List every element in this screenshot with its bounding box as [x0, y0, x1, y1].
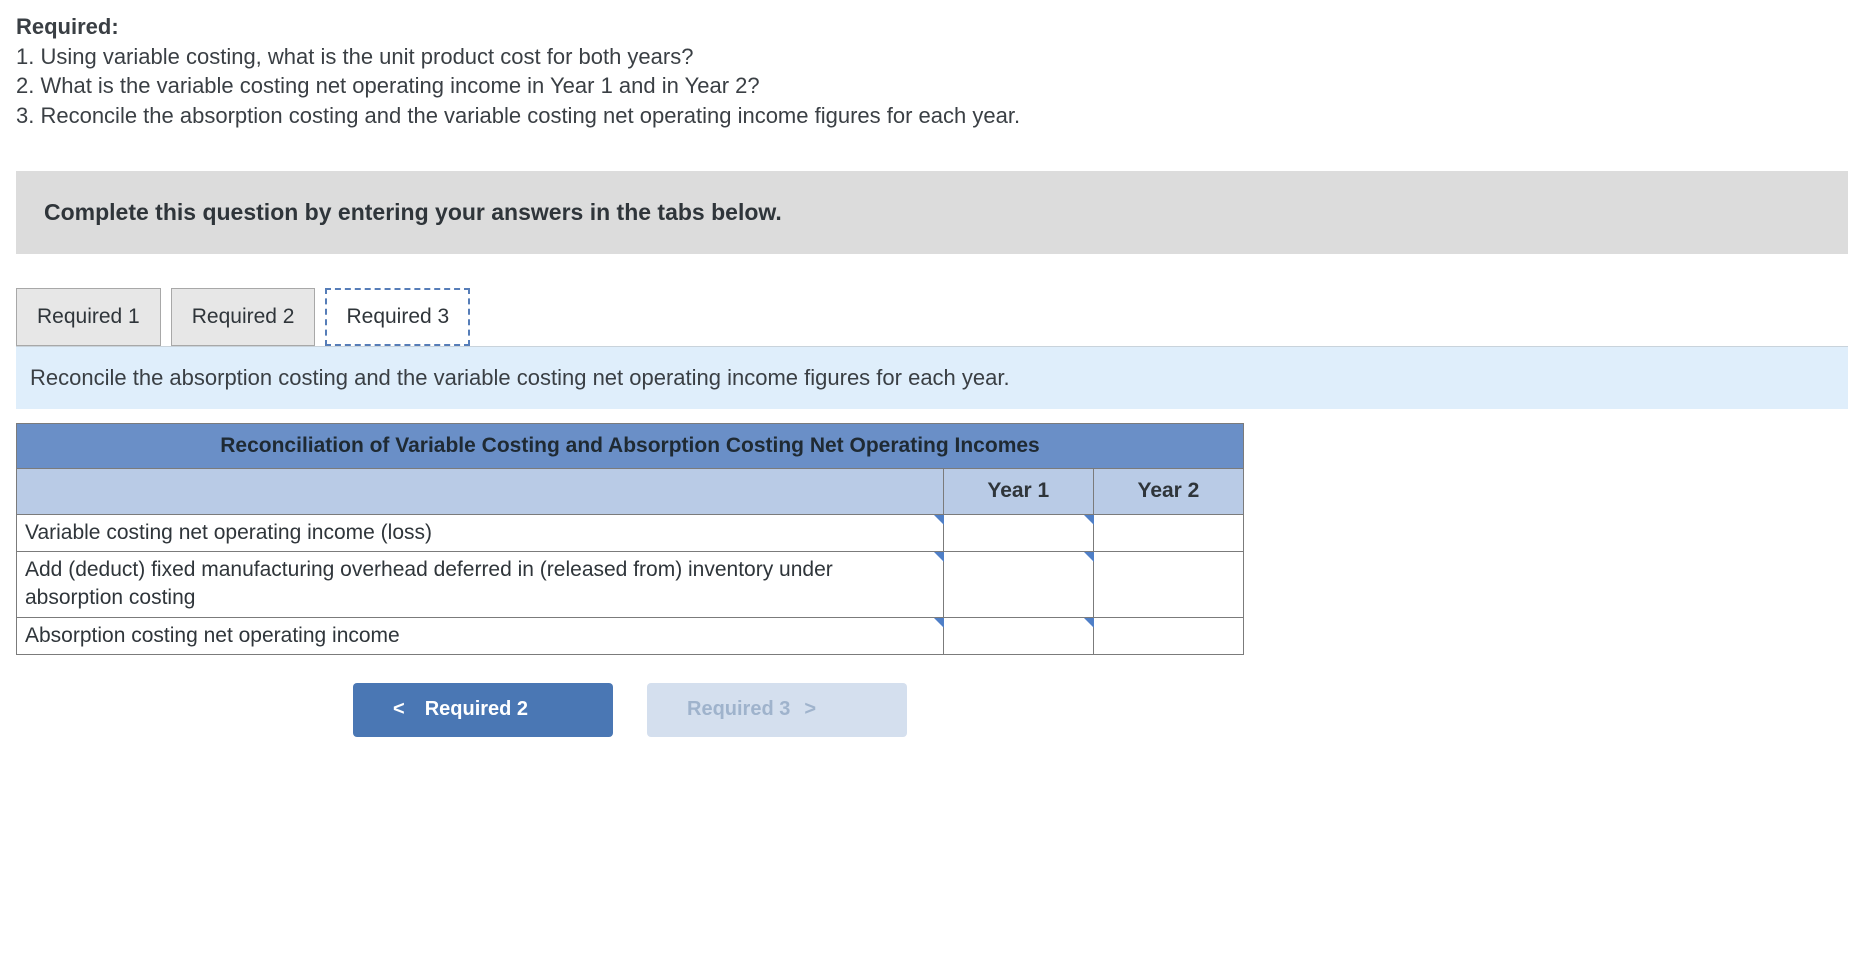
question-1: 1. Using variable costing, what is the u…: [16, 42, 1848, 72]
prev-button-label: Required 2: [425, 698, 528, 721]
row1-year1-input[interactable]: [943, 514, 1093, 551]
table-row: Add (deduct) fixed manufacturing overhea…: [17, 551, 1244, 617]
question-block: Required: 1. Using variable costing, wha…: [16, 12, 1848, 131]
chevron-right-icon: >: [804, 698, 816, 721]
question-3: 3. Reconcile the absorption costing and …: [16, 101, 1848, 131]
input-marker-icon: [1084, 552, 1094, 562]
next-button-label: Required 3: [687, 698, 790, 721]
tabs-row: Required 1 Required 2 Required 3: [16, 288, 1848, 346]
tab-required-3[interactable]: Required 3: [325, 288, 470, 346]
row3-year2-input[interactable]: [1093, 617, 1243, 654]
nav-row: < Required 2 Required 3 >: [16, 655, 1244, 737]
table-header-blank: [17, 469, 944, 514]
next-button[interactable]: Required 3 >: [647, 683, 907, 737]
input-marker-icon: [934, 515, 944, 525]
row1-label: Variable costing net operating income (l…: [17, 514, 944, 551]
input-marker-icon: [934, 552, 944, 562]
required-heading: Required:: [16, 12, 1848, 42]
input-marker-icon: [934, 618, 944, 628]
row2-year1-input[interactable]: [943, 551, 1093, 617]
table-header-year1: Year 1: [943, 469, 1093, 514]
question-2: 2. What is the variable costing net oper…: [16, 71, 1848, 101]
row3-label: Absorption costing net operating income: [17, 617, 944, 654]
input-marker-icon: [1084, 618, 1094, 628]
input-marker-icon: [1084, 515, 1094, 525]
chevron-left-icon: <: [393, 698, 405, 721]
row2-year2-input[interactable]: [1093, 551, 1243, 617]
tab-required-1[interactable]: Required 1: [16, 288, 161, 346]
table-row: Variable costing net operating income (l…: [17, 514, 1244, 551]
table-row: Absorption costing net operating income: [17, 617, 1244, 654]
instruction-bar: Complete this question by entering your …: [16, 171, 1848, 254]
table-wrap: Reconciliation of Variable Costing and A…: [16, 409, 1848, 737]
row1-year2-input[interactable]: [1093, 514, 1243, 551]
table-title: Reconciliation of Variable Costing and A…: [17, 423, 1244, 468]
reconciliation-table: Reconciliation of Variable Costing and A…: [16, 423, 1244, 655]
prev-button[interactable]: < Required 2: [353, 683, 613, 737]
tab-instruction: Reconcile the absorption costing and the…: [16, 346, 1848, 409]
row2-label: Add (deduct) fixed manufacturing overhea…: [17, 551, 944, 617]
table-header-year2: Year 2: [1093, 469, 1243, 514]
row3-year1-input[interactable]: [943, 617, 1093, 654]
tab-required-2[interactable]: Required 2: [171, 288, 316, 346]
